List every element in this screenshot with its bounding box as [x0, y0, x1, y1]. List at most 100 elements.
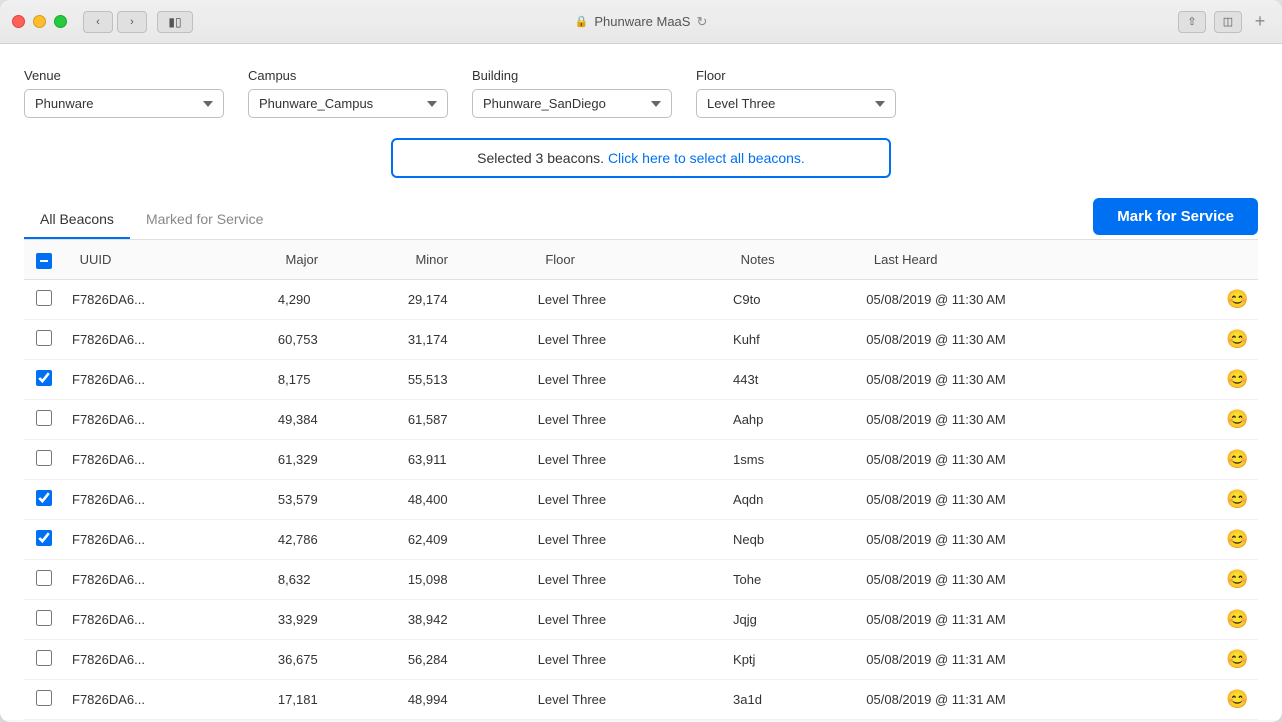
last-heard-cell: 05/08/2019 @ 11:31 AM [858, 680, 1218, 720]
minor-cell: 55,513 [400, 360, 530, 400]
major-cell: 8,632 [270, 560, 400, 600]
maximize-button[interactable] [54, 15, 67, 28]
row-checkbox[interactable] [36, 570, 52, 586]
sidebar-toggle-button[interactable]: ▮▯ [157, 11, 193, 33]
header-minor[interactable]: Minor [400, 240, 530, 280]
smiley-icon: 😊 [1226, 449, 1248, 469]
window: ‹ › ▮▯ 🔒 Phunware MaaS ↻ ⇧ ◫ + Venue Phu… [0, 0, 1282, 722]
add-tab-button[interactable]: + [1250, 11, 1270, 33]
title-bar: ‹ › ▮▯ 🔒 Phunware MaaS ↻ ⇧ ◫ + [0, 0, 1282, 44]
close-button[interactable] [12, 15, 25, 28]
header-uuid[interactable]: UUID [64, 240, 270, 280]
row-checkbox[interactable] [36, 690, 52, 706]
row-checkbox[interactable] [36, 650, 52, 666]
notes-cell: 1sms [725, 440, 858, 480]
tab-all-beacons[interactable]: All Beacons [24, 201, 130, 239]
major-cell: 61,329 [270, 440, 400, 480]
row-checkbox-cell [24, 560, 64, 600]
tab-marked-for-service[interactable]: Marked for Service [130, 201, 279, 239]
row-checkbox-cell [24, 320, 64, 360]
forward-button[interactable]: › [117, 11, 147, 33]
campus-filter-group: Campus Phunware_Campus [248, 68, 448, 118]
smiley-icon: 😊 [1226, 489, 1248, 509]
floor-select[interactable]: Level Three [696, 89, 896, 118]
major-cell: 36,675 [270, 640, 400, 680]
share-button[interactable]: ⇧ [1178, 11, 1206, 33]
title-bar-center: 🔒 Phunware MaaS ↻ [575, 14, 708, 30]
header-notes[interactable]: Notes [725, 240, 858, 280]
row-checkbox[interactable] [36, 410, 52, 426]
nav-buttons: ‹ › [83, 11, 147, 33]
campus-select[interactable]: Phunware_Campus [248, 89, 448, 118]
table-row: F7826DA6...42,78662,409Level ThreeNeqb05… [24, 520, 1258, 560]
table-row: F7826DA6...8,63215,098Level ThreeTohe05/… [24, 560, 1258, 600]
mark-for-service-button[interactable]: Mark for Service [1093, 198, 1258, 235]
smiley-icon: 😊 [1226, 329, 1248, 349]
select-all-link[interactable]: Click here to select all beacons. [608, 150, 805, 166]
row-checkbox-cell [24, 600, 64, 640]
floor-cell: Level Three [530, 640, 725, 680]
header-last-heard[interactable]: Last Heard [858, 240, 1218, 280]
minor-cell: 15,098 [400, 560, 530, 600]
header-major[interactable]: Major [270, 240, 400, 280]
floor-cell: Level Three [530, 560, 725, 600]
status-icon-cell: 😊 [1218, 560, 1258, 600]
floor-cell: Level Three [530, 480, 725, 520]
major-cell: 4,290 [270, 280, 400, 320]
table-row: F7826DA6...49,38461,587Level ThreeAahp05… [24, 400, 1258, 440]
window-title: Phunware MaaS [594, 14, 690, 29]
status-icon-cell: 😊 [1218, 280, 1258, 320]
last-heard-cell: 05/08/2019 @ 11:30 AM [858, 320, 1218, 360]
last-heard-cell: 05/08/2019 @ 11:31 AM [858, 600, 1218, 640]
row-checkbox[interactable] [36, 370, 52, 386]
row-checkbox[interactable] [36, 530, 52, 546]
uuid-cell: F7826DA6... [64, 560, 270, 600]
venue-filter-group: Venue Phunware [24, 68, 224, 118]
floor-cell: Level Three [530, 320, 725, 360]
row-checkbox[interactable] [36, 290, 52, 306]
row-checkbox[interactable] [36, 610, 52, 626]
floor-cell: Level Three [530, 440, 725, 480]
venue-label: Venue [24, 68, 224, 83]
venue-select[interactable]: Phunware [24, 89, 224, 118]
status-icon-cell: 😊 [1218, 360, 1258, 400]
row-checkbox-cell [24, 400, 64, 440]
status-icon-cell: 😊 [1218, 440, 1258, 480]
notes-cell: Kuhf [725, 320, 858, 360]
minor-cell: 31,174 [400, 320, 530, 360]
row-checkbox-cell [24, 640, 64, 680]
table-row: F7826DA6...61,32963,911Level Three1sms05… [24, 440, 1258, 480]
uuid-cell: F7826DA6... [64, 360, 270, 400]
tab-button[interactable]: ◫ [1214, 11, 1242, 33]
notes-cell: Aqdn [725, 480, 858, 520]
header-status [1218, 240, 1258, 280]
filter-row: Venue Phunware Campus Phunware_Campus Bu… [24, 68, 1258, 118]
major-cell: 42,786 [270, 520, 400, 560]
beacons-table: UUID Major Minor Floor [24, 239, 1258, 720]
notes-cell: Jqjg [725, 600, 858, 640]
minimize-button[interactable] [33, 15, 46, 28]
refresh-icon[interactable]: ↻ [696, 14, 707, 30]
selection-banner: Selected 3 beacons. Click here to select… [391, 138, 891, 178]
smiley-icon: 😊 [1226, 369, 1248, 389]
row-checkbox[interactable] [36, 490, 52, 506]
row-checkbox[interactable] [36, 450, 52, 466]
status-icon-cell: 😊 [1218, 520, 1258, 560]
minor-cell: 38,942 [400, 600, 530, 640]
smiley-icon: 😊 [1226, 529, 1248, 549]
last-heard-cell: 05/08/2019 @ 11:30 AM [858, 400, 1218, 440]
back-button[interactable]: ‹ [83, 11, 113, 33]
uuid-cell: F7826DA6... [64, 520, 270, 560]
tabs: All Beacons Marked for Service [24, 201, 279, 239]
notes-cell: Kptj [725, 640, 858, 680]
smiley-icon: 😊 [1226, 649, 1248, 669]
smiley-icon: 😊 [1226, 289, 1248, 309]
table-header-row: UUID Major Minor Floor [24, 240, 1258, 280]
table-body: F7826DA6...4,29029,174Level ThreeC9to05/… [24, 280, 1258, 720]
floor-cell: Level Three [530, 360, 725, 400]
header-checkbox[interactable] [36, 253, 52, 269]
building-select[interactable]: Phunware_SanDiego [472, 89, 672, 118]
row-checkbox[interactable] [36, 330, 52, 346]
status-icon-cell: 😊 [1218, 480, 1258, 520]
header-floor[interactable]: Floor [530, 240, 725, 280]
